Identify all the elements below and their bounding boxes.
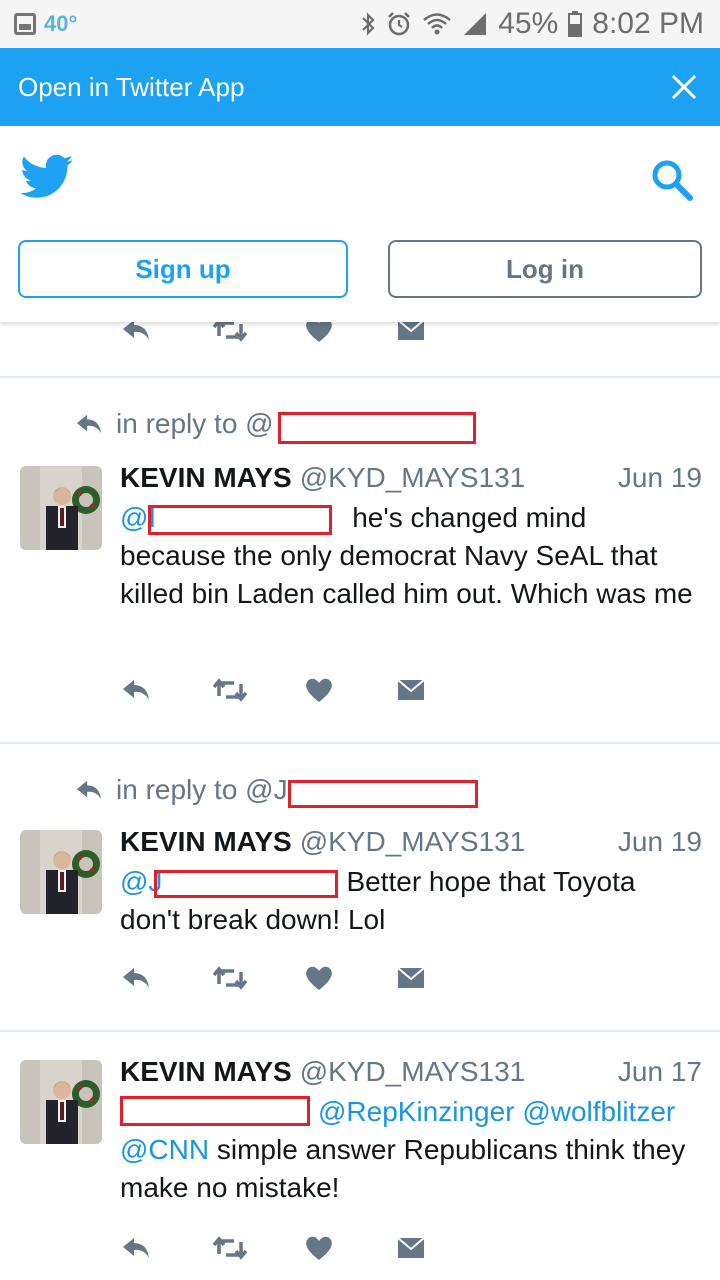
user-handle[interactable]: @KYD_MAYS131 <box>300 1056 526 1088</box>
log-in-button[interactable]: Log in <box>388 240 702 298</box>
user-name[interactable]: KEVIN MAYS <box>120 462 292 494</box>
message-button[interactable] <box>396 960 488 996</box>
reply-icon <box>76 780 102 800</box>
redaction-box <box>154 870 338 898</box>
divider <box>0 742 720 744</box>
like-button[interactable] <box>304 960 396 996</box>
user-name[interactable]: KEVIN MAYS <box>120 1056 292 1088</box>
tweet-header: KEVIN MAYS @KYD_MAYS131 Jun 17 <box>120 1056 702 1088</box>
avatar[interactable] <box>20 830 102 914</box>
tweet-header: KEVIN MAYS @KYD_MAYS131 Jun 19 <box>120 826 702 858</box>
mention-link[interactable]: @wolfblitzer <box>522 1096 675 1127</box>
signal-icon <box>464 13 487 35</box>
redaction-box <box>120 1096 310 1126</box>
clock: 8:02 PM <box>592 7 704 40</box>
tweet-actions <box>120 672 488 708</box>
avatar[interactable] <box>20 466 102 550</box>
retweet-button[interactable] <box>212 672 304 708</box>
sign-up-button[interactable]: Sign up <box>18 240 348 298</box>
tweet-actions <box>120 960 488 996</box>
temperature: 40° <box>44 11 78 36</box>
like-button[interactable] <box>304 672 396 708</box>
user-handle[interactable]: @KYD_MAYS131 <box>300 462 526 494</box>
search-icon[interactable] <box>650 158 694 202</box>
tweet-date[interactable]: Jun 19 <box>618 462 702 494</box>
tweet-header: KEVIN MAYS @KYD_MAYS131 Jun 19 <box>120 462 702 494</box>
user-name[interactable]: KEVIN MAYS <box>120 826 292 858</box>
alarm-icon <box>388 12 411 36</box>
battery-percent: 45% <box>498 7 559 40</box>
battery-icon <box>568 11 583 37</box>
profile-photo <box>20 830 102 914</box>
open-in-app-label[interactable]: Open in Twitter App <box>18 72 244 103</box>
retweet-button[interactable] <box>212 960 304 996</box>
avatar[interactable] <box>20 1060 102 1144</box>
tweet-body-text: because the only democrat Navy SeAL that… <box>120 540 693 609</box>
tweet-feed: in reply to @ KEVIN MAYS @KYD_MAYS131 Ju… <box>0 318 720 1280</box>
envelope-icon[interactable] <box>396 678 426 702</box>
reply-icon[interactable] <box>120 676 152 704</box>
reply-icon[interactable] <box>120 1234 152 1262</box>
tweet-date[interactable]: Jun 19 <box>618 826 702 858</box>
message-button[interactable] <box>396 672 488 708</box>
twitter-bird-icon[interactable] <box>20 154 74 200</box>
mention-link[interactable]: @CNN <box>120 1134 209 1165</box>
divider <box>0 376 720 378</box>
site-header: Sign up Log in <box>0 126 720 322</box>
retweet-icon[interactable] <box>212 964 248 992</box>
open-in-app-banner[interactable]: Open in Twitter App <box>0 48 720 126</box>
tweet-line: Better hope that Toyota <box>346 866 636 897</box>
like-button[interactable] <box>304 1230 396 1266</box>
redaction-box <box>288 780 478 808</box>
retweet-icon[interactable] <box>212 1234 248 1262</box>
tweet-actions <box>120 1230 488 1266</box>
retweet-button[interactable] <box>212 1230 304 1266</box>
wifi-icon <box>423 13 452 35</box>
reply-button[interactable] <box>120 672 212 708</box>
profile-photo <box>20 466 102 550</box>
heart-icon[interactable] <box>304 1234 334 1262</box>
reply-button[interactable] <box>120 1230 212 1266</box>
envelope-icon[interactable] <box>396 966 426 990</box>
reply-icon[interactable] <box>120 964 152 992</box>
redaction-box <box>148 505 332 535</box>
tweet-body-text: don't break down! Lol <box>120 904 386 935</box>
retweet-icon[interactable] <box>212 676 248 704</box>
envelope-icon[interactable] <box>396 1236 426 1260</box>
reply-button[interactable] <box>120 960 212 996</box>
redaction-box <box>278 412 476 444</box>
in-reply-to[interactable]: in reply to @J <box>74 774 288 806</box>
tweet-date[interactable]: Jun 17 <box>618 1056 702 1088</box>
heart-icon[interactable] <box>304 964 334 992</box>
message-button[interactable] <box>396 1230 488 1266</box>
mention-link[interactable]: @RepKinzinger <box>318 1096 515 1127</box>
in-reply-to-label: in reply to @ <box>116 408 274 439</box>
reply-icon <box>76 414 102 434</box>
bluetooth-icon <box>362 12 375 36</box>
divider <box>0 1030 720 1032</box>
tweet-line: he's changed mind <box>352 502 587 533</box>
gallery-icon <box>14 13 36 35</box>
close-icon[interactable] <box>670 73 698 101</box>
in-reply-to-label: in reply to @J <box>116 774 288 805</box>
in-reply-to[interactable]: in reply to @ <box>74 408 274 440</box>
heart-icon[interactable] <box>304 676 334 704</box>
profile-photo <box>20 1060 102 1144</box>
status-bar: 40° 45% 8:02 PM <box>0 0 720 48</box>
user-handle[interactable]: @KYD_MAYS131 <box>300 826 526 858</box>
